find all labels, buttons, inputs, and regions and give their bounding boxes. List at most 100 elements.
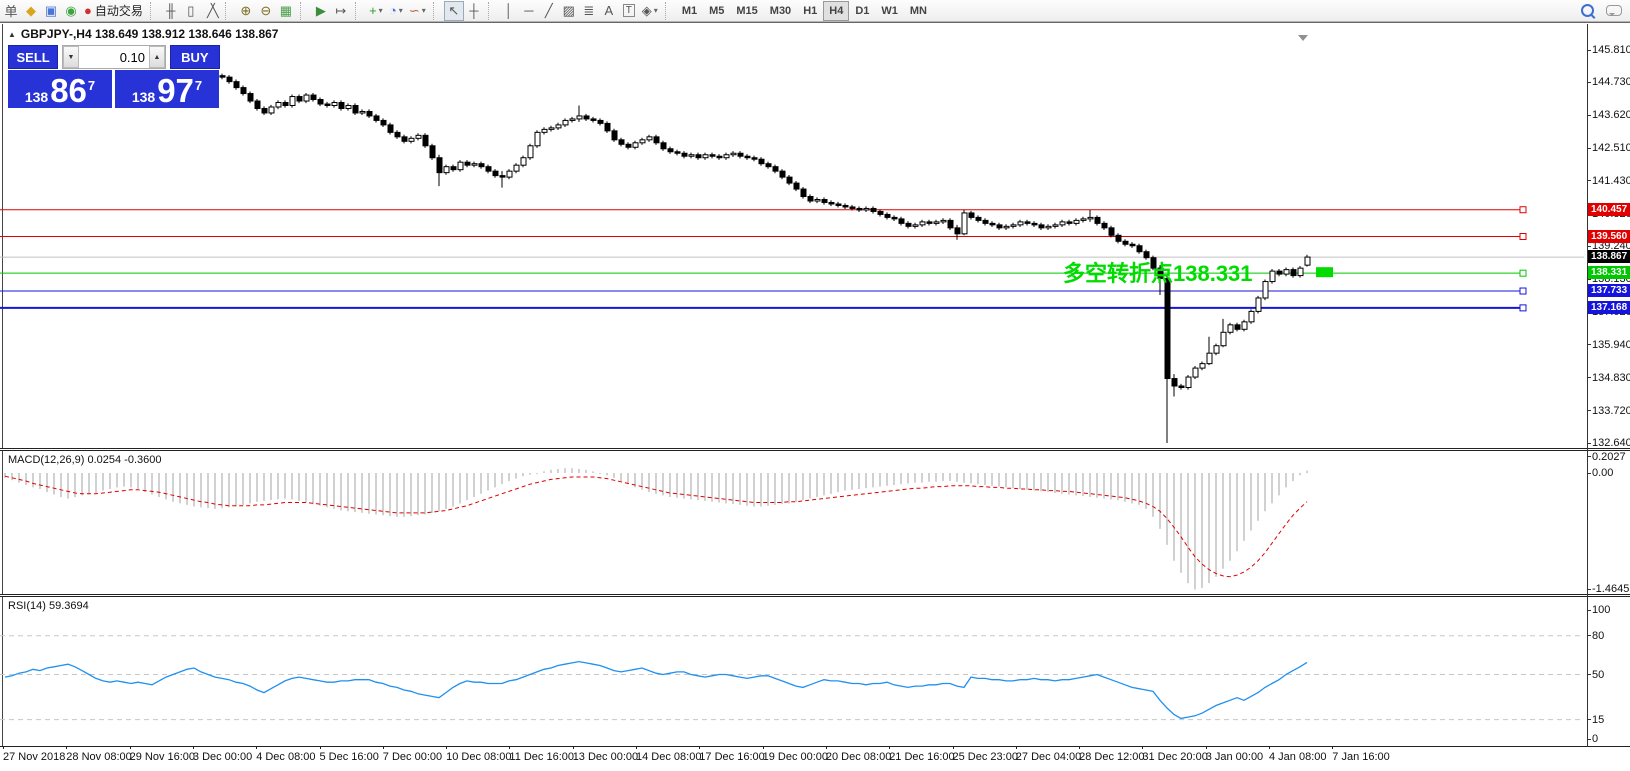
new-chart-button[interactable]: +▾ — [366, 1, 386, 21]
autotrading-button[interactable]: ●自动交易 — [81, 1, 146, 21]
time-tick-label: 14 Dec 08:00 — [636, 751, 701, 763]
time-tick-label: 20 Dec 08:00 — [826, 751, 891, 763]
time-tick-label: 3 Jan 00:00 — [1206, 751, 1264, 763]
toolbar-separator — [665, 2, 673, 20]
hline-button[interactable]: ─ — [519, 1, 539, 21]
tile-windows-button[interactable]: ▦ — [276, 1, 296, 21]
axis-tick-label: 100 — [1592, 604, 1610, 616]
chat-icon[interactable] — [1606, 5, 1622, 16]
axis-tick — [1587, 456, 1591, 457]
autoscroll-icon: ▶ — [316, 3, 326, 19]
axis-tick-label: 145.810 — [1592, 44, 1630, 56]
timeframe-d1-button[interactable]: D1 — [849, 1, 875, 21]
time-tick — [193, 746, 194, 749]
rsi-line — [5, 662, 1307, 719]
time-tick — [1269, 746, 1270, 749]
axis-tick — [1587, 443, 1591, 444]
axis-tick — [1587, 410, 1591, 411]
axis-tick-label: 15 — [1592, 714, 1604, 726]
marketwatch-icon[interactable]: ◆ — [21, 1, 41, 21]
cursor-button[interactable]: ↖ — [444, 1, 464, 21]
terminal-icon[interactable]: ▣ — [41, 1, 61, 21]
rsi-chart[interactable] — [0, 597, 1587, 746]
axis-tick — [1587, 246, 1591, 247]
timeframe-h1-button[interactable]: H1 — [797, 1, 823, 21]
channel-icon: ▨ — [563, 3, 575, 19]
timeframe-m5-button[interactable]: M5 — [703, 1, 730, 21]
text-button[interactable]: A — [599, 1, 619, 21]
chart-shift-icon: ↦ — [335, 3, 346, 19]
time-tick-label: 13 Dec 00:00 — [573, 751, 638, 763]
chevron-down-icon[interactable]: ▾ — [422, 6, 426, 15]
new-order-button[interactable]: 单 — [1, 1, 21, 21]
price-tag: 139.560 — [1588, 230, 1630, 243]
search-icon[interactable] — [1581, 4, 1594, 17]
signals-icon[interactable]: ◉ — [61, 1, 81, 21]
time-tick-label: 10 Dec 08:00 — [446, 751, 511, 763]
time-tick — [1332, 746, 1333, 749]
periods-button[interactable]: ◔▾ — [386, 1, 406, 21]
axis-tick-label: 0 — [1592, 733, 1598, 745]
candles-view-button[interactable]: ▯ — [181, 1, 201, 21]
new-chart-icon: + — [369, 3, 377, 18]
zoom-in-button[interactable]: ⊕ — [236, 1, 256, 21]
chevron-down-icon[interactable]: ▾ — [654, 6, 658, 15]
zoom-out-button[interactable]: ⊖ — [256, 1, 276, 21]
timeframe-m1-button[interactable]: M1 — [676, 1, 703, 21]
time-tick — [953, 746, 954, 749]
autoscroll-button[interactable]: ▶ — [311, 1, 331, 21]
timeframe-w1-button[interactable]: W1 — [875, 1, 904, 21]
level-lines — [0, 207, 1584, 311]
time-tick — [636, 746, 637, 749]
time-tick — [383, 746, 384, 749]
line-view-button[interactable]: ╱╲ — [201, 1, 221, 21]
new-order-icon: 单 — [4, 1, 17, 20]
macd-histogram — [5, 468, 1307, 589]
time-tick-label: 19 Dec 00:00 — [763, 751, 828, 763]
time-tick — [1206, 746, 1207, 749]
chevron-down-icon[interactable]: ▾ — [399, 6, 403, 15]
macd-indicator-label: MACD(12,26,9) 0.0254 -0.3600 — [8, 454, 161, 466]
chevron-down-icon[interactable]: ▾ — [379, 6, 383, 15]
timeframe-m30-button[interactable]: M30 — [764, 1, 797, 21]
timeframe-h4-button[interactable]: H4 — [823, 1, 849, 21]
time-tick-label: 28 Nov 08:00 — [66, 751, 131, 763]
vline-button[interactable]: │ — [499, 1, 519, 21]
time-tick — [1016, 746, 1017, 749]
time-tick-label: 4 Jan 08:00 — [1269, 751, 1327, 763]
axis-tick — [1587, 739, 1591, 740]
time-tick — [763, 746, 764, 749]
label-button[interactable]: T — [619, 1, 639, 21]
time-tick — [573, 746, 574, 749]
time-tick-label: 5 Dec 16:00 — [320, 751, 379, 763]
bars-view-button[interactable]: ╫ — [161, 1, 181, 21]
chart-shift-button[interactable]: ↦ — [331, 1, 351, 21]
shapes-button[interactable]: ◈▾ — [639, 1, 661, 21]
periods-icon: ◔ — [389, 3, 397, 18]
tile-windows-icon: ▦ — [280, 3, 292, 19]
crosshair-button[interactable]: ┼ — [464, 1, 484, 21]
time-tick-label: 28 Dec 12:00 — [1079, 751, 1144, 763]
price-chart[interactable]: 多空转折点138.331 — [0, 24, 1587, 450]
fibo-button[interactable]: ≣ — [579, 1, 599, 21]
templates-button[interactable]: ∽▾ — [406, 1, 429, 21]
toolbar-separator — [300, 2, 308, 20]
time-tick — [1142, 746, 1143, 749]
time-tick-label: 29 Nov 16:00 — [130, 751, 195, 763]
axis-tick — [1587, 344, 1591, 345]
vline-icon: │ — [505, 3, 513, 18]
channel-button[interactable]: ▨ — [559, 1, 579, 21]
time-tick — [256, 746, 257, 749]
zoom-out-icon: ⊖ — [260, 3, 271, 19]
chart-window[interactable]: ▲ GBPJPY-,H4 138.649 138.912 138.646 138… — [0, 22, 1630, 771]
timeframe-m15-button[interactable]: M15 — [730, 1, 763, 21]
trendline-button[interactable]: ╱ — [539, 1, 559, 21]
time-tick — [889, 746, 890, 749]
candles-series — [220, 74, 1310, 443]
macd-chart[interactable] — [0, 451, 1587, 594]
axis-tick-label: 132.640 — [1592, 437, 1630, 449]
templates-icon: ∽ — [409, 3, 420, 19]
timeframe-mn-button[interactable]: MN — [904, 1, 933, 21]
axis-tick-label: 80 — [1592, 630, 1604, 642]
time-tick-label: 7 Jan 16:00 — [1332, 751, 1390, 763]
